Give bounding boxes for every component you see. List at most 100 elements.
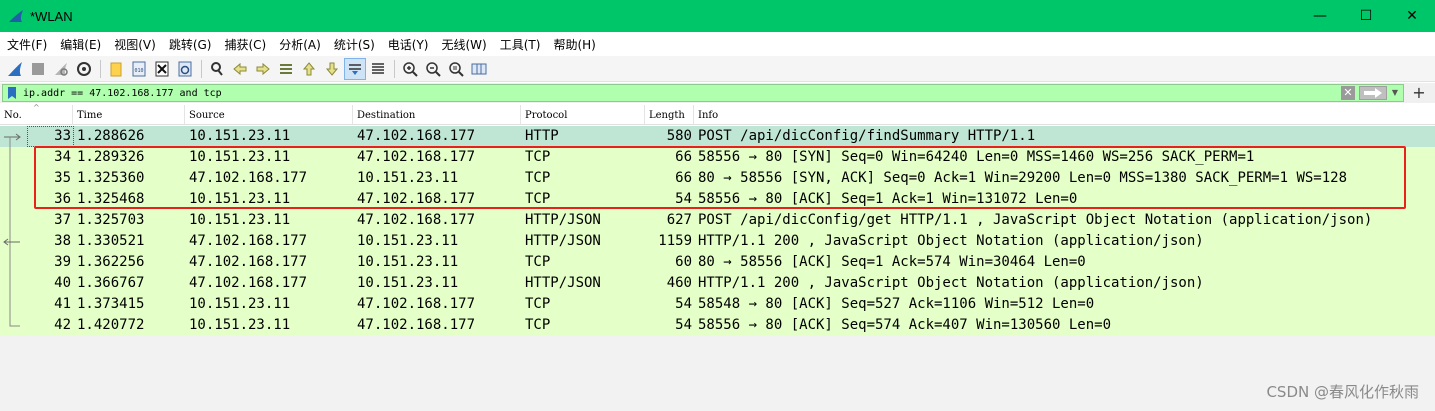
restart-capture-button[interactable] <box>50 58 72 80</box>
packet-length: 54 <box>675 296 692 312</box>
save-file-button[interactable]: 010 <box>128 58 150 80</box>
menu-telephony[interactable]: 电话(Y) <box>383 36 437 53</box>
packet-row[interactable]: 40 1.366767 47.102.168.177 10.151.23.11 … <box>0 273 1435 294</box>
packet-time: 1.373415 <box>77 296 145 312</box>
binary-file-icon: 010 <box>132 61 146 76</box>
menu-help[interactable]: 帮助(H) <box>548 36 603 53</box>
menu-capture[interactable]: 捕获(C) <box>219 36 274 53</box>
packet-length: 54 <box>675 317 692 333</box>
close-button[interactable]: ✕ <box>1389 0 1435 32</box>
packet-protocol: HTTP/JSON <box>525 233 601 249</box>
autoscroll-button[interactable] <box>344 57 366 80</box>
clear-filter-icon[interactable]: ✕ <box>1341 86 1355 100</box>
list-lines-icon <box>372 62 384 74</box>
arrow-down-icon <box>325 62 339 76</box>
reload-file-button[interactable] <box>174 58 196 80</box>
column-header-source[interactable]: Source <box>185 105 353 125</box>
menu-go[interactable]: 跳转(G) <box>164 36 220 53</box>
start-capture-button[interactable] <box>4 58 26 80</box>
go-to-packet-button[interactable] <box>275 58 297 80</box>
bookmark-icon[interactable] <box>5 86 19 100</box>
column-header-time[interactable]: Time <box>73 105 185 125</box>
add-filter-button[interactable]: + <box>1408 83 1430 103</box>
packet-list-header: ^ No. Time Source Destination Protocol L… <box>0 103 1435 125</box>
menu-tools[interactable]: 工具(T) <box>495 36 549 53</box>
menu-file[interactable]: 文件(F) <box>2 36 55 53</box>
column-header-destination[interactable]: Destination <box>353 105 521 125</box>
close-file-button[interactable] <box>151 58 173 80</box>
packet-destination: 47.102.168.177 <box>357 317 476 333</box>
packet-info: 80 → 58556 [ACK] Seq=1 Ack=574 Win=30464… <box>698 254 1086 270</box>
normal-size-button[interactable] <box>445 58 467 80</box>
zoom-in-button[interactable] <box>399 58 421 80</box>
packet-source: 10.151.23.11 <box>189 212 291 228</box>
menu-bar: 文件(F) 编辑(E) 视图(V) 跳转(G) 捕获(C) 分析(A) 统计(S… <box>0 32 1435 56</box>
packet-time: 1.362256 <box>77 254 145 270</box>
packet-info: POST /api/dicConfig/findSummary HTTP/1.1 <box>698 128 1036 144</box>
close-file-icon <box>155 61 169 76</box>
packet-row[interactable]: 41 1.373415 10.151.23.11 47.102.168.177 … <box>0 294 1435 315</box>
menu-wireless[interactable]: 无线(W) <box>437 36 495 53</box>
packet-info: 58556 → 80 [ACK] Seq=574 Ack=407 Win=130… <box>698 317 1112 333</box>
packet-length: 1159 <box>658 233 692 249</box>
packet-length: 60 <box>675 254 692 270</box>
display-filter-field[interactable]: ✕ ▼ <box>2 84 1404 102</box>
packet-destination: 10.151.23.11 <box>357 254 459 270</box>
go-forward-button[interactable] <box>252 58 274 80</box>
resize-columns-button[interactable] <box>468 58 490 80</box>
packet-row[interactable]: 37 1.325703 10.151.23.11 47.102.168.177 … <box>0 210 1435 231</box>
menu-analyze[interactable]: 分析(A) <box>274 36 329 53</box>
packet-time: 1.325703 <box>77 212 145 228</box>
packet-protocol: HTTP <box>525 128 559 144</box>
packet-row[interactable]: 39 1.362256 47.102.168.177 10.151.23.11 … <box>0 252 1435 273</box>
arrow-left-icon <box>233 62 247 75</box>
main-toolbar: 010 <box>0 56 1435 82</box>
menu-view[interactable]: 视图(V) <box>109 36 164 53</box>
open-file-button[interactable] <box>105 58 127 80</box>
window-title: *WLAN <box>30 8 73 24</box>
apply-filter-button[interactable] <box>1359 86 1387 100</box>
autoscroll-icon <box>349 63 361 75</box>
zoom-in-icon <box>403 61 418 77</box>
display-filter-input[interactable] <box>23 87 1323 99</box>
go-back-button[interactable] <box>229 58 251 80</box>
related-packets-indicator <box>3 133 21 327</box>
toolbar-separator <box>201 59 202 78</box>
last-packet-button[interactable] <box>321 58 343 80</box>
column-header-length[interactable]: Length <box>645 105 694 125</box>
wireshark-fin-icon <box>9 10 23 22</box>
packet-destination: 10.151.23.11 <box>357 275 459 291</box>
packet-time: 1.366767 <box>77 275 145 291</box>
gear-icon <box>77 61 91 76</box>
stop-capture-button[interactable] <box>27 58 49 80</box>
packet-source: 47.102.168.177 <box>189 254 308 270</box>
packet-row[interactable]: 42 1.420772 10.151.23.11 47.102.168.177 … <box>0 315 1435 336</box>
capture-options-button[interactable] <box>73 58 95 80</box>
packet-protocol: TCP <box>525 296 551 312</box>
column-header-info[interactable]: Info <box>694 105 1435 125</box>
menu-edit[interactable]: 编辑(E) <box>55 36 109 53</box>
column-header-protocol[interactable]: Protocol <box>521 105 645 125</box>
colorize-button[interactable] <box>367 58 389 80</box>
packet-row-selected[interactable]: 33 1.288626 10.151.23.11 47.102.168.177 … <box>0 126 1435 147</box>
annotation-highlight-box <box>34 146 1406 209</box>
packet-length: 460 <box>666 275 692 291</box>
watermark: CSDN @春风化作秋雨 <box>1266 383 1419 401</box>
find-packet-button[interactable] <box>206 58 228 80</box>
minimize-button[interactable]: — <box>1297 0 1343 32</box>
restart-fin-icon <box>55 62 68 76</box>
packet-info: 58548 → 80 [ACK] Seq=527 Ack=1106 Win=51… <box>698 296 1095 312</box>
first-packet-button[interactable] <box>298 58 320 80</box>
packet-row[interactable]: 38 1.330521 47.102.168.177 10.151.23.11 … <box>0 231 1435 252</box>
chevron-down-icon[interactable]: ▼ <box>1389 86 1401 100</box>
packet-destination: 47.102.168.177 <box>357 296 476 312</box>
window-controls: — ☐ ✕ <box>1297 0 1435 32</box>
column-header-no[interactable]: No. <box>0 105 73 125</box>
menu-statistics[interactable]: 统计(S) <box>329 36 383 53</box>
packet-destination: 10.151.23.11 <box>357 233 459 249</box>
packet-source: 47.102.168.177 <box>189 275 308 291</box>
zoom-out-button[interactable] <box>422 58 444 80</box>
maximize-button[interactable]: ☐ <box>1343 0 1389 32</box>
folder-icon <box>110 62 122 76</box>
arrow-right-icon <box>256 62 270 75</box>
